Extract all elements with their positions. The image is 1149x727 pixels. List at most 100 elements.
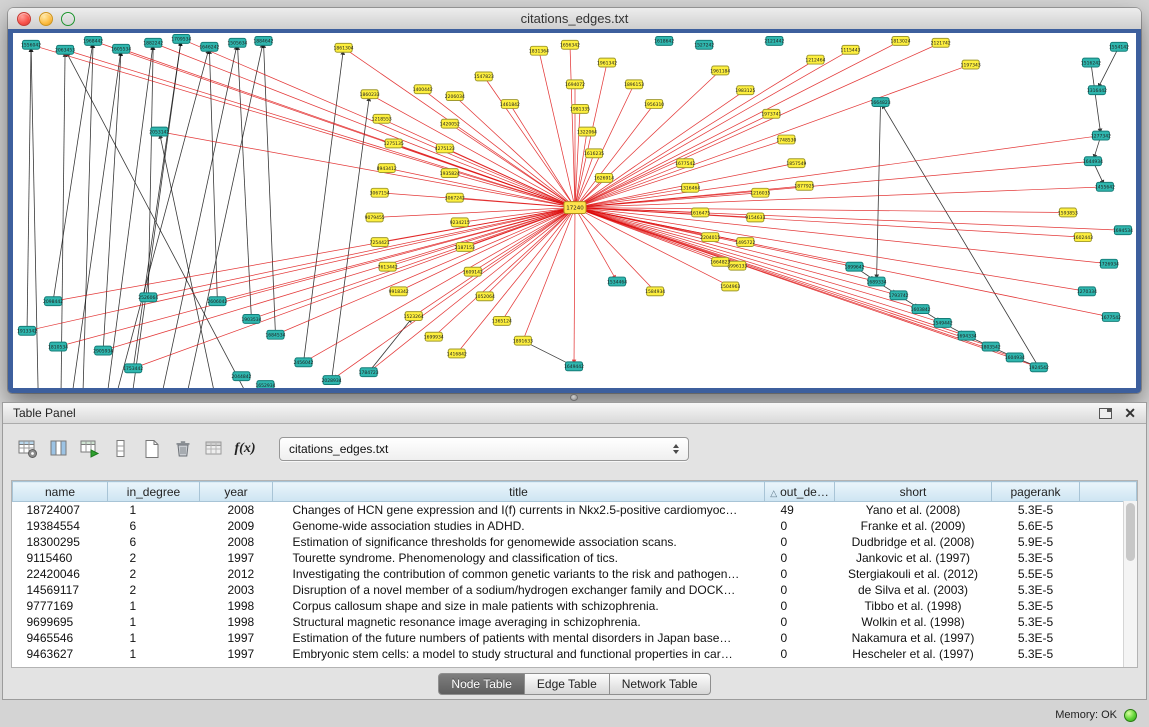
table-cell[interactable]: 1997 bbox=[200, 550, 273, 566]
graph-node[interactable]: 1316442 bbox=[1087, 86, 1107, 95]
table-cell[interactable]: 2 bbox=[108, 550, 200, 566]
graph-node[interactable]: 1322064 bbox=[577, 127, 597, 136]
table-cell[interactable]: 5.6E-5 bbox=[992, 518, 1080, 534]
table-cell[interactable]: 5.5E-5 bbox=[992, 566, 1080, 582]
table-cell[interactable]: 1998 bbox=[200, 614, 273, 630]
graph-node[interactable]: 7254421 bbox=[370, 238, 390, 247]
table-cell[interactable]: Changes of HCN gene expression and I(f) … bbox=[273, 502, 765, 519]
graph-node[interactable]: 4275123 bbox=[435, 144, 455, 153]
table-cell[interactable]: 5.3E-5 bbox=[992, 614, 1080, 630]
float-panel-icon[interactable] bbox=[1099, 408, 1112, 419]
table-row[interactable]: 946554611997Estimation of the future num… bbox=[13, 630, 1137, 646]
graph-node[interactable]: 2526064 bbox=[138, 293, 158, 302]
table-cell[interactable]: Tibbo et al. (1998) bbox=[835, 598, 992, 614]
graph-node[interactable]: 1270334 bbox=[1077, 287, 1097, 296]
graph-node[interactable]: 1656342 bbox=[560, 40, 580, 49]
table-cell[interactable]: Franke et al. (2009) bbox=[835, 518, 992, 534]
table-cell[interactable]: 9777169 bbox=[13, 598, 108, 614]
table-cell[interactable]: 18300295 bbox=[13, 534, 108, 550]
graph-node[interactable]: 1605534 bbox=[111, 44, 131, 53]
table-row[interactable]: 1872400712008Changes of HCN gene express… bbox=[13, 502, 1137, 519]
network-canvas[interactable]: 1694072198133513220641616235162691418313… bbox=[13, 33, 1136, 388]
graph-node[interactable]: 1616235 bbox=[584, 149, 604, 158]
graph-node[interactable]: 1420052 bbox=[440, 119, 460, 128]
new-column-button[interactable] bbox=[139, 436, 165, 462]
table-cell[interactable]: 9699695 bbox=[13, 614, 108, 630]
graph-node[interactable]: 1218553 bbox=[372, 114, 392, 123]
graph-node[interactable]: 1461842 bbox=[500, 100, 520, 109]
table-row[interactable]: 946362711997Embryonic stem cells: a mode… bbox=[13, 646, 1137, 662]
graph-node[interactable]: 1810534 bbox=[48, 342, 68, 351]
table-row[interactable]: 2242004622012Investigating the contribut… bbox=[13, 566, 1137, 582]
graph-node[interactable]: 2204015 bbox=[700, 233, 720, 242]
graph-node[interactable]: 1626914 bbox=[594, 174, 614, 183]
graph-node[interactable]: 1813024 bbox=[891, 36, 911, 45]
graph-node[interactable]: 1956310 bbox=[644, 100, 664, 109]
table-cell[interactable]: 14569117 bbox=[13, 582, 108, 598]
graph-node[interactable]: 1861304 bbox=[334, 43, 354, 52]
table-cell[interactable]: Wolkin et al. (1998) bbox=[835, 614, 992, 630]
table-row[interactable]: 1830029562008Estimation of significance … bbox=[13, 534, 1137, 550]
table-cell[interactable]: 1 bbox=[108, 502, 200, 519]
graph-node[interactable]: 1316464 bbox=[680, 183, 700, 192]
table-cell[interactable]: Estimation of the future numbers of pati… bbox=[273, 630, 765, 646]
graph-node[interactable]: 7613442 bbox=[378, 262, 398, 271]
graph-hub-node[interactable]: 17240 bbox=[564, 202, 586, 214]
tab-edge-table[interactable]: Edge Table bbox=[525, 673, 610, 695]
table-row[interactable]: 977716911998Corpus callosum shape and si… bbox=[13, 598, 1137, 614]
graph-node[interactable]: 1115443 bbox=[840, 45, 860, 54]
table-cell[interactable]: Disruption of a novel member of a sodium… bbox=[273, 582, 765, 598]
close-panel-icon[interactable]: ✕ bbox=[1124, 406, 1136, 420]
graph-node[interactable]: 1877925 bbox=[794, 181, 814, 190]
table-cell[interactable]: 0 bbox=[765, 630, 835, 646]
graph-node[interactable]: 1694534 bbox=[1113, 226, 1133, 235]
graph-node[interactable]: 1664823 bbox=[710, 257, 730, 266]
graph-node[interactable]: 2187153 bbox=[455, 243, 475, 252]
table-cell[interactable]: 5.3E-5 bbox=[992, 550, 1080, 566]
graph-node[interactable]: 1516242 bbox=[1081, 58, 1101, 67]
graph-node[interactable]: 1603842 bbox=[911, 305, 931, 314]
table-cell[interactable]: 5.9E-5 bbox=[992, 534, 1080, 550]
graph-node[interactable]: 2121442 bbox=[764, 36, 784, 45]
table-cell[interactable]: 0 bbox=[765, 550, 835, 566]
graph-node[interactable]: 1277342 bbox=[1091, 131, 1111, 140]
delete-column-button[interactable] bbox=[170, 436, 196, 462]
table-scrollbar[interactable] bbox=[1123, 501, 1137, 667]
graph-node[interactable]: 1554142 bbox=[1109, 42, 1129, 51]
show-columns-button[interactable] bbox=[46, 436, 72, 462]
table-cell[interactable]: Estimation of significance thresholds fo… bbox=[273, 534, 765, 550]
graph-node[interactable]: 1216035 bbox=[750, 188, 770, 197]
graph-node[interactable]: 2063453 bbox=[55, 45, 75, 54]
graph-node[interactable]: 1455642 bbox=[1095, 182, 1115, 191]
import-table-button[interactable] bbox=[201, 436, 227, 462]
table-source-select[interactable]: citations_edges.txt bbox=[279, 437, 689, 461]
scrollbar-thumb[interactable] bbox=[1126, 503, 1135, 561]
graph-node[interactable]: 1644934 bbox=[1083, 157, 1103, 166]
table-cell[interactable]: Investigating the contribution of common… bbox=[273, 566, 765, 582]
table-cell[interactable]: 2008 bbox=[200, 502, 273, 519]
graph-node[interactable]: 1495722 bbox=[735, 238, 755, 247]
table-cell[interactable]: 19384554 bbox=[13, 518, 108, 534]
table-cell[interactable]: 2008 bbox=[200, 534, 273, 550]
column-header-short[interactable]: short bbox=[835, 482, 992, 502]
graph-node[interactable]: 1899642 bbox=[844, 262, 864, 271]
edit-table-button[interactable] bbox=[77, 436, 103, 462]
table-cell[interactable]: 5.3E-5 bbox=[992, 598, 1080, 614]
graph-node[interactable]: 1981335 bbox=[570, 104, 590, 113]
table-cell[interactable]: 9463627 bbox=[13, 646, 108, 662]
table-cell[interactable]: 2 bbox=[108, 566, 200, 582]
graph-node[interactable]: 1593853 bbox=[1058, 208, 1078, 217]
graph-node[interactable]: 1275135 bbox=[384, 139, 404, 148]
table-cell[interactable]: Jankovic et al. (1997) bbox=[835, 550, 992, 566]
graph-node[interactable]: 9918342 bbox=[389, 287, 409, 296]
table-cell[interactable]: 22420046 bbox=[13, 566, 108, 582]
column-header-out-de-[interactable]: △out_de… bbox=[765, 482, 835, 502]
graph-node[interactable]: 1961184 bbox=[710, 66, 730, 75]
graph-node[interactable]: 1748530 bbox=[776, 135, 796, 144]
graph-node[interactable]: 1604934 bbox=[1005, 353, 1025, 362]
graph-node[interactable]: 1857549 bbox=[786, 159, 806, 168]
graph-node[interactable]: 1618642 bbox=[654, 36, 674, 45]
graph-node[interactable]: 1677542 bbox=[1101, 313, 1121, 322]
table-cell[interactable]: 0 bbox=[765, 598, 835, 614]
graph-node[interactable]: 2905934 bbox=[93, 346, 113, 355]
